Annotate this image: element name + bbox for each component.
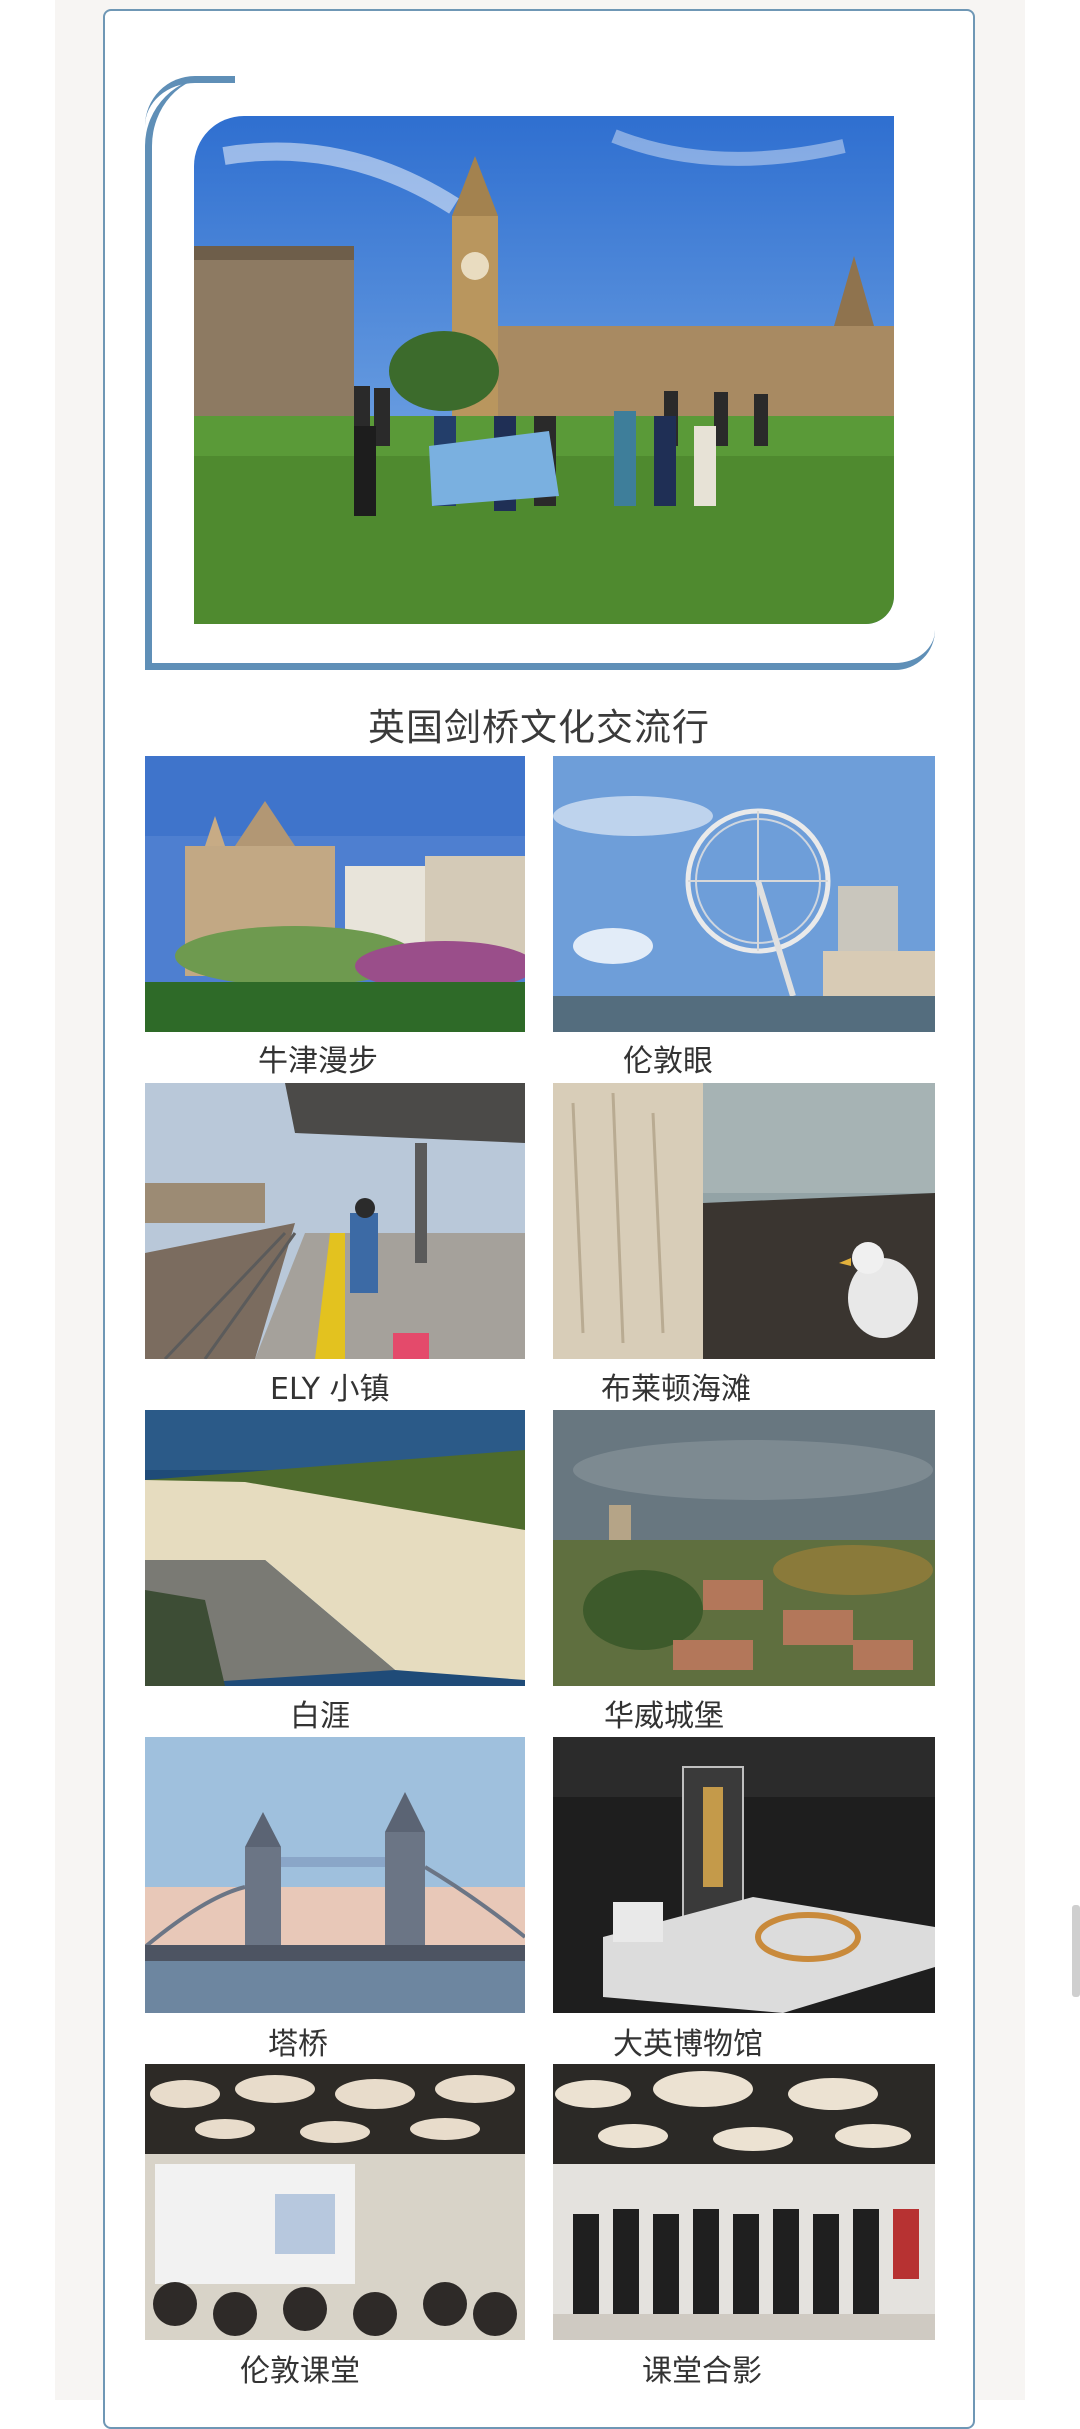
caption-warwick-castle: 华威城堡 [604, 1699, 724, 1734]
photo-london-eye[interactable] [553, 756, 935, 1032]
caption-london-classroom: 伦敦课堂 [240, 2354, 360, 2389]
caption-class-group: 课堂合影 [642, 2354, 762, 2389]
caption-british-museum: 大英博物馆 [613, 2027, 763, 2062]
caption-white-cliffs: 白涯 [290, 1699, 350, 1734]
caption-ely: ELY 小镇 [270, 1372, 390, 1407]
caption-oxford: 牛津漫步 [258, 1044, 378, 1079]
photo-london-classroom[interactable] [145, 2064, 525, 2340]
photo-tower-bridge[interactable] [145, 1737, 525, 2013]
caption-tower-bridge: 塔桥 [268, 2027, 328, 2062]
photo-class-group[interactable] [553, 2064, 935, 2340]
photo-ely[interactable] [145, 1083, 525, 1359]
photo-oxford[interactable] [145, 756, 525, 1032]
photo-warwick-castle[interactable] [553, 1410, 935, 1686]
hero-photo[interactable] [194, 116, 894, 624]
photo-british-museum[interactable] [553, 1737, 935, 2013]
caption-brighton: 布莱顿海滩 [601, 1372, 751, 1407]
scrollbar-thumb[interactable] [1072, 1905, 1080, 1997]
caption-london-eye: 伦敦眼 [623, 1044, 713, 1079]
photo-brighton[interactable] [553, 1083, 935, 1359]
photo-white-cliffs[interactable] [145, 1410, 525, 1686]
page-title: 英国剑桥文化交流行 [368, 706, 710, 749]
